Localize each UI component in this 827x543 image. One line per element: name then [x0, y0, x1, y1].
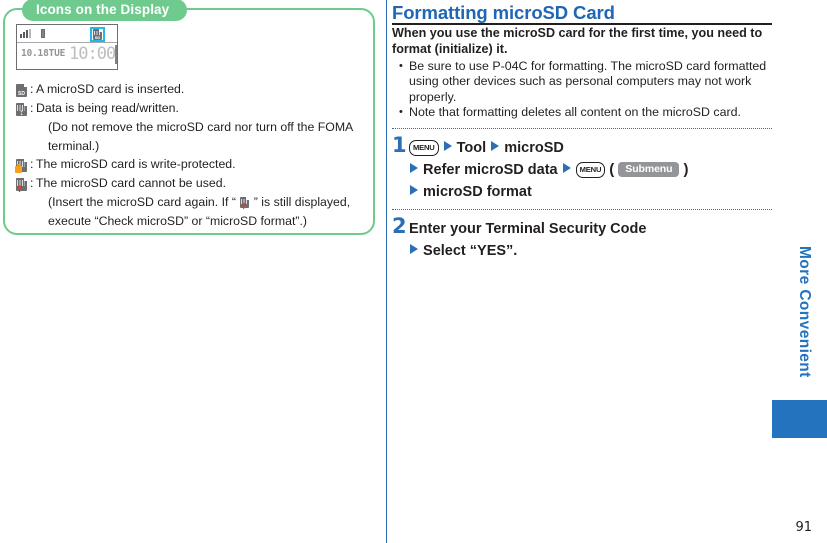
microsd-card-icon-highlight: SD: [90, 26, 105, 42]
arrow-right-icon: [410, 185, 418, 195]
notes-list: Be sure to use P-04C for formatting. The…: [398, 58, 772, 121]
legend-item: SD : A microSD card is inserted.: [16, 82, 368, 98]
intro-paragraph: When you use the microSD card for the fi…: [392, 26, 763, 56]
phone-display-mockup: SD 10.18TUE 10:00: [16, 24, 118, 70]
column-divider: [386, 0, 387, 543]
page-number: 91: [795, 520, 812, 535]
note-item: Note that formatting deletes all content…: [398, 105, 772, 121]
step-1: 1 MENU Tool microSD Refer microSD data M…: [392, 133, 772, 203]
legend-colon: :: [30, 176, 34, 190]
signal-bars-icon: [20, 29, 31, 38]
legend-subtext: execute “Check microSD” or “microSD form…: [48, 213, 307, 228]
microsd-unusable-icon: ?: [240, 195, 252, 211]
close-paren: ): [683, 161, 689, 178]
menu-item-select-yes[interactable]: Select “YES”.: [423, 243, 517, 259]
microsd-write-protected-icon: [15, 158, 27, 174]
lcd-time: 10:00: [69, 44, 116, 64]
menu-key-icon[interactable]: MENU: [409, 140, 439, 156]
step-line: MENU Tool microSD: [409, 137, 772, 159]
battery-icon: [41, 29, 45, 38]
legend-text: The microSD card cannot be used.: [36, 176, 227, 190]
legend-colon: :: [30, 157, 34, 171]
note-item: Be sure to use P-04C for formatting. The…: [398, 58, 772, 105]
step-body: MENU Tool microSD Refer microSD data MEN…: [392, 137, 772, 203]
panel-tab-label: Icons on the Display: [22, 0, 188, 21]
step-2: 2 Enter your Terminal Security Code Sele…: [392, 214, 772, 262]
step-line: Refer microSD data MENU ( Submenu ): [409, 159, 772, 181]
arrow-right-icon: [562, 163, 571, 173]
legend-subtext-after: ” is still displayed,: [253, 195, 351, 209]
step-number: 2: [392, 214, 407, 238]
legend-subtext-before: (Insert the microSD card again. If “: [48, 195, 236, 209]
legend-colon: :: [30, 101, 34, 115]
chapter-tab-block: [772, 400, 827, 438]
legend-colon: :: [30, 82, 34, 96]
step-line: microSD format: [409, 181, 772, 203]
legend-text: Data is being read/written.: [36, 101, 179, 115]
step-line: Select “YES”.: [409, 240, 772, 262]
legend-subtext: (Insert the microSD card again. If “ ? ”…: [16, 195, 368, 211]
step-line: Enter your Terminal Security Code: [409, 221, 647, 237]
menu-key-icon[interactable]: MENU: [575, 162, 606, 178]
legend-text: A microSD card is inserted.: [36, 82, 185, 96]
softkey-submenu[interactable]: Submenu: [618, 162, 680, 177]
chapter-tab-label: More Convenient: [796, 246, 813, 378]
legend-item: ↕ : Data is being read/written.: [16, 101, 368, 117]
microsd-readwrite-icon: ↕: [16, 102, 27, 118]
step-divider: [392, 128, 772, 129]
arrow-right-icon: [443, 141, 452, 151]
arrow-right-icon: [410, 163, 418, 173]
legend-item: : The microSD card is write-protected.: [15, 157, 368, 174]
menu-item-refer-microsd-data[interactable]: Refer microSD data: [423, 162, 558, 178]
microsd-inserted-icon: SD: [16, 83, 27, 99]
microsd-inserted-icon: SD: [93, 28, 102, 40]
menu-item-tool[interactable]: Tool: [457, 140, 487, 156]
lcd-date: 10.18TUE: [21, 48, 66, 59]
step-body: Enter your Terminal Security Code Select…: [392, 218, 772, 262]
page-title: Formatting microSD Card: [392, 2, 615, 23]
icon-legend-list: SD : A microSD card is inserted. ↕ : Dat…: [15, 82, 368, 232]
heading-rule: [392, 23, 772, 25]
right-column: Formatting microSD Card When you use the…: [392, 0, 772, 543]
menu-item-microsd-format[interactable]: microSD format: [423, 184, 532, 200]
icons-on-display-panel: Icons on the Display SD 10.18TUE 10:00 S…: [3, 0, 375, 235]
arrow-right-icon: [410, 244, 418, 254]
left-column: Icons on the Display SD 10.18TUE 10:00 S…: [0, 0, 380, 543]
menu-item-microsd[interactable]: microSD: [504, 140, 564, 156]
legend-text: The microSD card is write-protected.: [36, 157, 236, 171]
lcd-status-bar: SD: [17, 25, 117, 43]
legend-item: ? : The microSD card cannot be used.: [16, 176, 368, 194]
step-divider: [392, 209, 772, 210]
microsd-unusable-icon: ?: [16, 177, 27, 194]
legend-subtext: terminal.): [48, 138, 100, 153]
arrow-right-icon: [491, 141, 500, 151]
step-number: 1: [392, 133, 407, 157]
open-paren: (: [609, 161, 615, 178]
lcd-cursor: [115, 45, 117, 64]
legend-subtext: (Do not remove the microSD card nor turn…: [48, 120, 354, 134]
